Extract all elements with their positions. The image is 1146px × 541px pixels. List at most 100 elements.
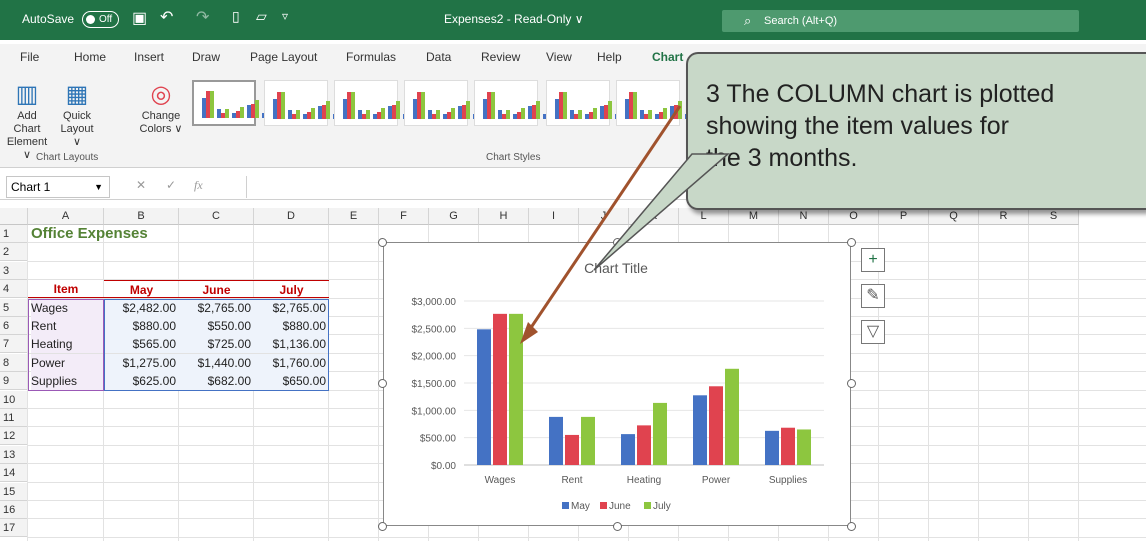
cancel-icon[interactable]: ✕	[136, 178, 146, 192]
name-box[interactable]: Chart 1 ▼	[6, 176, 110, 198]
row-header-2[interactable]: 2	[0, 243, 28, 262]
row-header-17[interactable]: 17	[0, 519, 28, 538]
chart-resize-handle[interactable]	[847, 238, 856, 247]
tab-formulas[interactable]: Formulas	[346, 50, 396, 64]
formula-input[interactable]	[246, 176, 686, 198]
chart-style-thumbnail[interactable]	[546, 80, 627, 126]
row-header-13[interactable]: 13	[0, 445, 28, 464]
tab-review[interactable]: Review	[481, 50, 520, 64]
row-header-3[interactable]: 3	[0, 261, 28, 280]
column-header-c[interactable]: C	[179, 208, 254, 225]
thumbnail-bar	[351, 92, 355, 119]
column-header-k[interactable]: K	[629, 208, 679, 225]
select-all-corner[interactable]	[0, 208, 28, 225]
row-header-8[interactable]: 8	[0, 353, 28, 372]
table-header-cell[interactable]: July	[254, 280, 329, 299]
enter-icon[interactable]: ✓	[166, 178, 176, 192]
instruction-callout: 3 The COLUMN chart is plotted showing th…	[686, 52, 1146, 210]
row-header-15[interactable]: 15	[0, 482, 28, 501]
tab-chart-design[interactable]: Chart	[652, 50, 683, 64]
row-header-4[interactable]: 4	[0, 280, 28, 299]
autosave-toggle[interactable]: Off	[82, 11, 120, 28]
row-header-16[interactable]: 16	[0, 501, 28, 519]
tab-insert[interactable]: Insert	[134, 50, 164, 64]
x-tick-label: Rent	[561, 475, 582, 486]
undo-icon[interactable]: ↶	[160, 7, 173, 27]
insert-function-icon[interactable]: fx	[194, 178, 203, 193]
chart-resize-handle[interactable]	[847, 379, 856, 388]
chart-style-thumbnail[interactable]	[404, 80, 485, 126]
name-box-value: Chart 1	[11, 180, 51, 194]
column-header-r[interactable]: R	[979, 208, 1029, 225]
column-header-e[interactable]: E	[329, 208, 379, 225]
chart-resize-handle[interactable]	[613, 522, 622, 531]
sheet-title-cell[interactable]: Office Expenses	[31, 225, 231, 243]
thumbnail-bar	[678, 101, 682, 119]
column-header-q[interactable]: Q	[929, 208, 979, 225]
tab-view[interactable]: View	[546, 50, 572, 64]
column-chart: Chart Title $3,000.00 $2,500.00 $2,000.00 $1…	[412, 260, 824, 512]
row-header-5[interactable]: 5	[0, 298, 28, 317]
document-title[interactable]: Expenses2 - Read-Only ∨	[444, 12, 584, 26]
chart-style-thumbnail[interactable]	[192, 80, 274, 126]
chart-resize-handle[interactable]	[378, 522, 387, 531]
chart-resize-handle[interactable]	[378, 238, 387, 247]
chart-styles-brush-icon[interactable]: ✎	[861, 284, 885, 308]
chart-filters-funnel-icon[interactable]: ▽	[861, 320, 885, 344]
column-header-o[interactable]: O	[829, 208, 879, 225]
column-header-f[interactable]: F	[379, 208, 429, 225]
title-bar: AutoSave Off ▣ ↶ ↷ ▯ ▱ ▿ Expenses2 - Rea…	[0, 0, 1146, 40]
column-header-g[interactable]: G	[429, 208, 479, 225]
save-icon[interactable]: ▣	[132, 8, 147, 28]
chart-resize-handle[interactable]	[847, 522, 856, 531]
chart-resize-handle[interactable]	[378, 379, 387, 388]
open-folder-icon[interactable]: ▱	[256, 8, 267, 25]
chart-style-thumbnail[interactable]	[264, 80, 345, 126]
add-chart-element-button[interactable]: ▥ Add Chart Element ∨	[4, 80, 50, 162]
tab-data[interactable]: Data	[426, 50, 451, 64]
chart-elements-button[interactable]: +	[861, 248, 885, 272]
chart-object[interactable]: Chart Title $3,000.00 $2,500.00 $2,000.00 $1…	[383, 242, 851, 526]
chart-style-thumbnail[interactable]	[334, 80, 415, 126]
tab-home[interactable]: Home	[74, 50, 106, 64]
search-box[interactable]: ⌕ Search (Alt+Q)	[722, 10, 1079, 32]
new-file-icon[interactable]: ▯	[232, 8, 240, 25]
row-header-12[interactable]: 12	[0, 427, 28, 446]
tab-draw[interactable]: Draw	[192, 50, 220, 64]
column-header-d[interactable]: D	[254, 208, 329, 225]
row-header-1[interactable]: 1	[0, 225, 28, 243]
column-header-m[interactable]: M	[729, 208, 779, 225]
row-header-9[interactable]: 9	[0, 372, 28, 391]
column-header-h[interactable]: H	[479, 208, 529, 225]
column-header-a[interactable]: A	[28, 208, 104, 225]
thumbnail-bar	[491, 92, 495, 119]
chart-style-thumbnail[interactable]	[616, 80, 697, 126]
bar-may-rent	[549, 416, 563, 465]
column-header-p[interactable]: P	[879, 208, 929, 225]
table-header-cell[interactable]: Item	[28, 280, 104, 299]
column-header-i[interactable]: I	[529, 208, 579, 225]
quick-layout-button[interactable]: ▦ Quick Layout ∨	[56, 80, 98, 149]
column-header-b[interactable]: B	[104, 208, 179, 225]
chart-style-thumbnail[interactable]	[474, 80, 555, 126]
column-header-j[interactable]: J	[579, 208, 629, 225]
row-header-11[interactable]: 11	[0, 409, 28, 427]
change-colors-button[interactable]: ◎ Change Colors ∨	[138, 80, 184, 136]
row-header-7[interactable]: 7	[0, 335, 28, 354]
redo-icon[interactable]: ↷	[196, 7, 209, 27]
table-header-cell[interactable]: May	[104, 280, 179, 299]
column-header-n[interactable]: N	[779, 208, 829, 225]
customize-qat-icon[interactable]: ▿	[282, 9, 288, 23]
thumbnail-bar	[593, 108, 597, 119]
column-header-l[interactable]: L	[679, 208, 729, 225]
chart-resize-handle[interactable]	[613, 238, 622, 247]
table-header-cell[interactable]: June	[179, 280, 254, 299]
column-header-s[interactable]: S	[1029, 208, 1079, 225]
row-header-10[interactable]: 10	[0, 390, 28, 409]
row-header-14[interactable]: 14	[0, 464, 28, 483]
tab-help[interactable]: Help	[597, 50, 622, 64]
tab-file[interactable]: File	[20, 50, 39, 64]
row-header-6[interactable]: 6	[0, 317, 28, 335]
tab-page-layout[interactable]: Page Layout	[250, 50, 317, 64]
thumbnail-bar	[466, 101, 470, 119]
